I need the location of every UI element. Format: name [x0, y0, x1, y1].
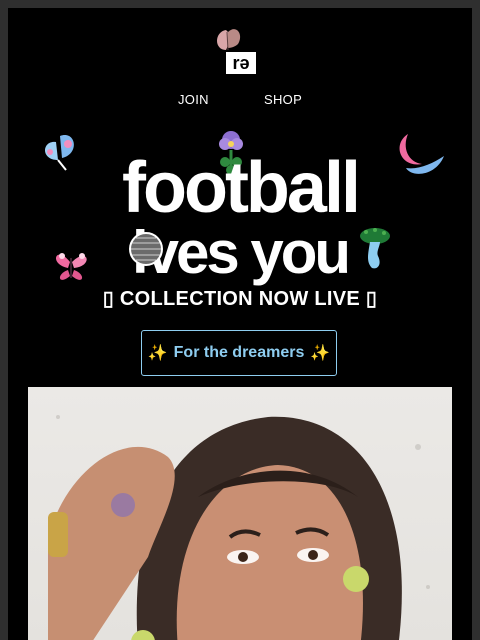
cta-label: For the dreamers	[173, 344, 305, 361]
headline-line-2: lves you	[8, 218, 472, 288]
logo-text: rə	[232, 53, 249, 73]
sparkle-right-icon: ✨	[310, 345, 331, 362]
soccer-ball-icon	[129, 232, 163, 266]
email-canvas: rə JOIN SHOP football lves you ▯ COLLECT…	[8, 8, 472, 640]
butterfly-logo-icon	[217, 29, 241, 51]
sparkle-left-icon: ✨	[147, 345, 168, 362]
nav-shop-link[interactable]: SHOP	[264, 92, 302, 107]
headline-line-1: football	[122, 148, 361, 228]
headline-line-2-text: lves you	[131, 219, 351, 286]
hero-illustration	[48, 415, 430, 640]
hero-photo[interactable]	[28, 387, 452, 640]
collection-text: COLLECTION NOW LIVE	[119, 288, 361, 310]
nav-join-link[interactable]: JOIN	[178, 92, 209, 107]
mushroom-icon	[360, 228, 390, 269]
collection-right-glyph: ▯	[365, 288, 378, 310]
for-the-dreamers-button[interactable]: ✨ For the dreamers ✨	[141, 330, 337, 376]
collection-left-glyph: ▯	[102, 288, 115, 310]
collection-announcement: ▯ COLLECTION NOW LIVE ▯	[8, 286, 472, 311]
top-nav: JOIN SHOP	[8, 92, 472, 112]
brand-logo[interactable]: rə	[206, 22, 262, 78]
